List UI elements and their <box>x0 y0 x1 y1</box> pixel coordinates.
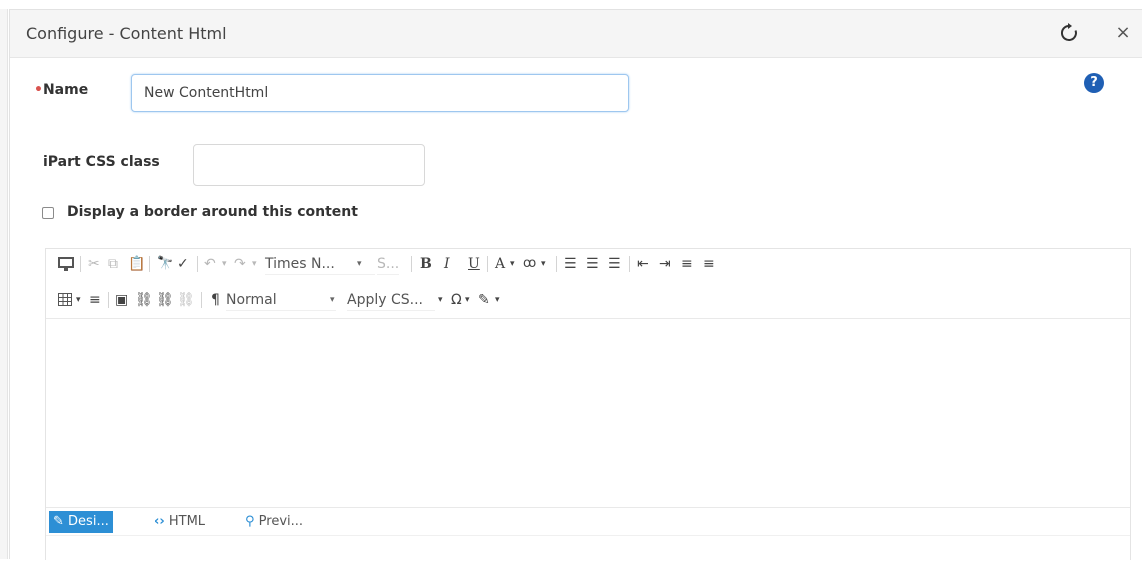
find-icon[interactable]: 🔭 <box>157 253 173 275</box>
align-left-icon[interactable]: ☰ <box>564 253 577 275</box>
redo-dropdown-icon[interactable]: ▾ <box>252 253 257 275</box>
outdent-icon[interactable]: ⇤ <box>637 253 649 275</box>
font-name-value: Times N... <box>265 256 335 272</box>
font-color-dropdown-icon[interactable]: ▾ <box>510 253 515 275</box>
bold-button[interactable]: B <box>420 253 432 275</box>
tab-preview[interactable]: ⚲ Previ... <box>241 511 307 533</box>
apply-css-dropdown[interactable]: Apply CS... <box>347 289 435 311</box>
table-dropdown-icon[interactable]: ▾ <box>76 289 81 311</box>
cut-icon[interactable]: ✂ <box>88 253 100 275</box>
undo-dropdown-icon[interactable]: ▾ <box>222 253 227 275</box>
font-color-button[interactable]: A <box>495 253 505 275</box>
underline-button[interactable]: U <box>468 253 480 275</box>
paste-icon[interactable]: 📋 <box>128 253 145 275</box>
tab-html[interactable]: ‹› HTML <box>150 511 209 533</box>
special-character-icon[interactable]: Ω <box>451 289 462 311</box>
document-link-icon[interactable]: ⛓ <box>156 289 174 311</box>
dialog-titlebar: Configure - Content Html × <box>10 10 1142 58</box>
tab-design-label: Desi... <box>68 514 109 529</box>
font-name-dropdown[interactable]: Times N... ▾ <box>265 253 375 275</box>
paragraph-icon[interactable]: ¶ <box>211 289 220 311</box>
numbered-list-icon[interactable]: ≡ <box>681 253 693 275</box>
format-block-value: Normal <box>226 292 277 308</box>
remove-link-icon[interactable]: ⛓ <box>177 289 195 311</box>
italic-button[interactable]: I <box>444 253 450 275</box>
border-checkbox[interactable] <box>42 207 54 219</box>
editor-content-area[interactable] <box>46 319 1130 506</box>
magnifier-icon: ⚲ <box>245 514 255 529</box>
dialog-title: Configure - Content Html <box>26 24 227 43</box>
name-input[interactable] <box>131 74 629 112</box>
chevron-down-icon: ▾ <box>357 259 362 269</box>
tab-preview-label: Previ... <box>258 514 304 529</box>
pencil-icon: ✎ <box>53 514 64 529</box>
editor-toolbar: ✂ ⧉ 📋 🔭 ✓ ↶ ▾ ↷ ▾ Times N... ▾ S... B I … <box>46 249 1130 319</box>
spellcheck-icon[interactable]: ✓ <box>177 253 189 275</box>
editor-status-area <box>46 535 1130 561</box>
image-manager-icon[interactable]: ▣ <box>115 289 128 311</box>
indent-icon[interactable]: ⇥ <box>659 253 671 275</box>
align-center-icon[interactable]: ☰ <box>586 253 599 275</box>
name-label-text: Name <box>42 82 89 98</box>
close-icon[interactable]: × <box>1112 22 1134 44</box>
tab-design[interactable]: ✎ Desi... <box>49 511 113 533</box>
format-stripper-icon[interactable]: ✎ <box>478 289 490 311</box>
special-char-dropdown-icon[interactable]: ▾ <box>465 289 470 311</box>
link-manager-icon[interactable]: ⛓ <box>135 289 153 311</box>
font-size-dropdown[interactable]: S... <box>377 253 399 275</box>
bullet-list-icon[interactable]: ≡ <box>703 253 715 275</box>
tab-html-label: HTML <box>168 514 206 529</box>
highlight-dropdown-icon[interactable]: ▾ <box>541 253 546 275</box>
configure-dialog: Configure - Content Html × •Name ? iPart… <box>9 9 1142 561</box>
table-icon[interactable] <box>58 293 72 306</box>
redo-icon[interactable]: ↷ <box>234 253 246 275</box>
help-icon[interactable]: ? <box>1084 73 1104 93</box>
css-class-input[interactable] <box>193 144 425 186</box>
copy-icon[interactable]: ⧉ <box>108 253 118 275</box>
name-label: •Name <box>34 82 88 98</box>
refresh-icon[interactable] <box>1058 22 1080 44</box>
css-class-label: iPart CSS class <box>43 154 160 170</box>
align-right-icon[interactable]: ☰ <box>608 253 621 275</box>
border-checkbox-label: Display a border around this content <box>67 204 358 220</box>
chevron-down-icon: ▾ <box>330 295 335 305</box>
highlight-color-icon[interactable]: ꝏ <box>523 253 536 275</box>
background-edge <box>0 0 8 559</box>
font-size-value: S... <box>377 256 400 272</box>
html-editor: ✂ ⧉ 📋 🔭 ✓ ↶ ▾ ↷ ▾ Times N... ▾ S... B I … <box>45 248 1131 561</box>
design-view-icon[interactable] <box>58 257 74 272</box>
required-mark: • <box>34 82 43 98</box>
format-stripper-dropdown-icon[interactable]: ▾ <box>495 289 500 311</box>
undo-icon[interactable]: ↶ <box>204 253 216 275</box>
background-top <box>0 0 1142 9</box>
format-block-dropdown[interactable]: Normal ▾ <box>226 289 336 311</box>
editor-mode-tabs: ✎ Desi... ‹› HTML ⚲ Previ... <box>46 507 1130 535</box>
apply-css-chevron-icon[interactable]: ▾ <box>438 289 443 311</box>
apply-css-value: Apply CS... <box>347 292 423 308</box>
horizontal-rule-icon[interactable]: ≡ <box>89 289 101 311</box>
code-icon: ‹› <box>154 514 165 529</box>
